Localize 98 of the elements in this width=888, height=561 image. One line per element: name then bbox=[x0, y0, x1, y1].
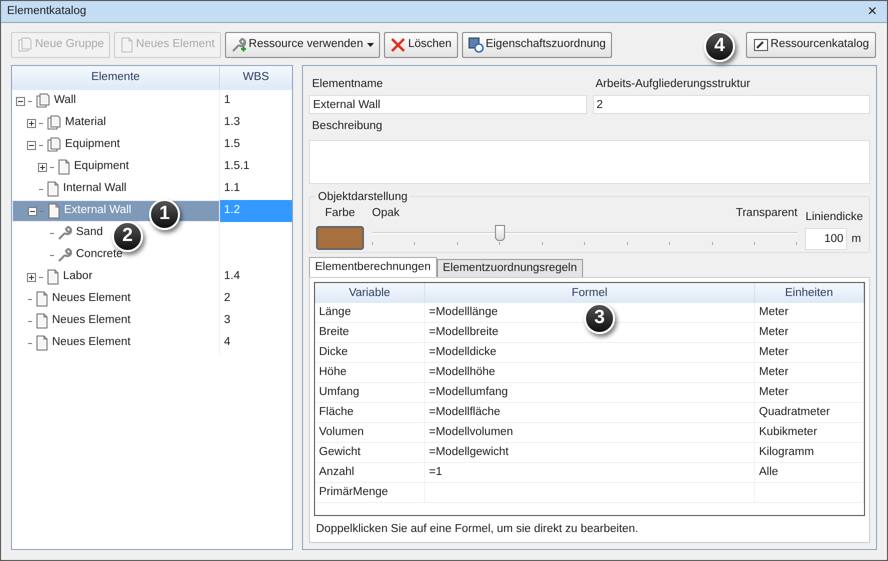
field-label: Farbe bbox=[324, 206, 356, 221]
tree-item[interactable]: Neues Element bbox=[12, 310, 220, 332]
catalog-icon bbox=[752, 37, 769, 53]
table-cell-text: Alle bbox=[759, 465, 778, 480]
wbs-cell-text: 1 bbox=[224, 93, 230, 108]
table-cell-text: =Modellhöhe bbox=[429, 365, 496, 380]
collapse-icon[interactable] bbox=[27, 140, 36, 150]
wbs-cell-text: 4 bbox=[224, 335, 230, 350]
table-cell-text: Umfang bbox=[319, 385, 360, 400]
table-cell-text: =Modellgewicht bbox=[429, 445, 509, 460]
tree-item[interactable]: Equipment bbox=[12, 134, 220, 156]
tree-item[interactable]: Neues Element bbox=[12, 332, 220, 354]
page-icon bbox=[47, 203, 61, 219]
wbs-cell-text: 1.4 bbox=[224, 269, 240, 284]
column-header[interactable]: Elemente bbox=[12, 66, 220, 90]
wbs-cell-text: 1.5 bbox=[224, 137, 240, 152]
tree-item[interactable]: Neues Element bbox=[12, 288, 220, 310]
page-icon bbox=[120, 37, 134, 53]
pages-icon bbox=[46, 137, 62, 153]
table-cell-text: =Modelldicke bbox=[429, 345, 496, 360]
wbs-cell-text: 1.2 bbox=[224, 203, 240, 218]
tree-item[interactable]: Equipment bbox=[12, 156, 220, 178]
expand-icon[interactable] bbox=[27, 272, 36, 282]
field-label: Elementname bbox=[311, 77, 384, 90]
column-header[interactable]: WBS bbox=[220, 66, 292, 90]
page-icon bbox=[35, 313, 49, 329]
tab[interactable]: Elementberechnungen bbox=[309, 257, 437, 278]
table-cell-text: Meter bbox=[759, 365, 788, 380]
toolbar-button[interactable]: Löschen bbox=[384, 32, 458, 58]
expand-icon[interactable] bbox=[38, 162, 47, 172]
window-title: Elementkatalog bbox=[7, 4, 86, 19]
toolbar-button[interactable]: Ressource verwenden bbox=[224, 32, 380, 58]
unit-label: m bbox=[851, 232, 862, 247]
slider-label: Opak bbox=[372, 206, 400, 221]
tree-item[interactable]: Wall bbox=[12, 90, 220, 112]
pages-icon bbox=[35, 93, 51, 109]
slider-thumb[interactable] bbox=[494, 225, 505, 242]
table-cell-text: Länge bbox=[319, 305, 351, 320]
callout-badge: 4 bbox=[704, 31, 735, 62]
wrench-icon bbox=[230, 37, 247, 53]
wrench-icon bbox=[57, 225, 73, 241]
field-label: Liniendicke bbox=[805, 210, 863, 225]
field-label: Arbeits-Aufgliederungsstruktur bbox=[594, 77, 752, 90]
mapping-icon bbox=[468, 37, 484, 53]
tab[interactable]: Elementzuordnungsregeln bbox=[436, 259, 583, 278]
wbs-cell-text: 3 bbox=[224, 313, 230, 328]
wbs-cell-text: 1.3 bbox=[224, 115, 240, 130]
wbs-cell-text: 2 bbox=[224, 291, 230, 306]
table-cell-text: =Modellvolumen bbox=[429, 425, 514, 440]
table-cell-text: Breite bbox=[319, 325, 350, 340]
table-cell-text: Höhe bbox=[319, 365, 346, 380]
wrench-icon bbox=[57, 247, 73, 263]
tree-item[interactable]: Material bbox=[12, 112, 220, 134]
close-icon bbox=[390, 37, 406, 53]
page-icon bbox=[35, 291, 49, 307]
expand-icon[interactable] bbox=[27, 118, 36, 128]
table-cell-text: Kubikmeter bbox=[759, 425, 818, 440]
pages-icon bbox=[46, 115, 62, 131]
page-icon bbox=[46, 269, 60, 285]
input-field[interactable]: 2 bbox=[592, 95, 870, 114]
table-cell-text: Anzahl bbox=[319, 465, 354, 480]
page-icon bbox=[35, 335, 49, 351]
table-cell-text: Dicke bbox=[319, 345, 348, 360]
tree-item[interactable]: Labor bbox=[12, 266, 220, 288]
collapse-icon[interactable] bbox=[16, 96, 25, 106]
table-cell-text: Meter bbox=[759, 305, 788, 320]
input-field[interactable]: 100 bbox=[805, 228, 848, 250]
table-cell-text: =1 bbox=[429, 465, 442, 480]
table-cell-text: =Modellfläche bbox=[429, 405, 500, 420]
page-icon bbox=[46, 181, 60, 197]
color-swatch[interactable] bbox=[316, 226, 364, 250]
table-cell-text: Volumen bbox=[319, 425, 364, 440]
column-header[interactable]: Einheiten bbox=[755, 283, 864, 304]
pages-icon bbox=[17, 37, 33, 53]
close-button[interactable]: × bbox=[864, 4, 881, 20]
table-cell-text: Gewicht bbox=[319, 445, 361, 460]
slider-label: Transparent bbox=[736, 206, 798, 221]
column-header[interactable]: Variable bbox=[315, 283, 425, 304]
toolbar-button[interactable]: Eigenschaftszuordnung bbox=[462, 32, 612, 58]
field-label: Beschreibung bbox=[311, 119, 384, 134]
wbs-cell-text: 1.5.1 bbox=[224, 159, 250, 174]
table-cell-text: =Modellumfang bbox=[429, 385, 508, 400]
table-cell-text: PrimärMenge bbox=[319, 485, 388, 500]
table-cell-text: Quadratmeter bbox=[759, 405, 830, 420]
table-cell-text: Meter bbox=[759, 325, 788, 340]
description-field[interactable] bbox=[309, 140, 870, 184]
collapse-icon[interactable] bbox=[28, 206, 37, 216]
table-cell-text: Meter bbox=[759, 385, 788, 400]
toolbar-button[interactable]: Ressourcenkatalog bbox=[746, 32, 876, 58]
table-cell-text: =Modelllänge bbox=[429, 305, 498, 320]
wbs-cell-text: 1.1 bbox=[224, 181, 240, 196]
page-icon bbox=[57, 159, 71, 175]
table-cell-text: =Modellbreite bbox=[429, 325, 498, 340]
table-cell-text: Meter bbox=[759, 345, 788, 360]
table-cell-text: Kilogramm bbox=[759, 445, 814, 460]
hint-text: Doppelklicken Sie auf eine Formel, um sie direkt zu bearbeiten. bbox=[315, 522, 640, 537]
table-cell-text: Fläche bbox=[319, 405, 354, 420]
input-field[interactable]: External Wall bbox=[309, 95, 586, 114]
